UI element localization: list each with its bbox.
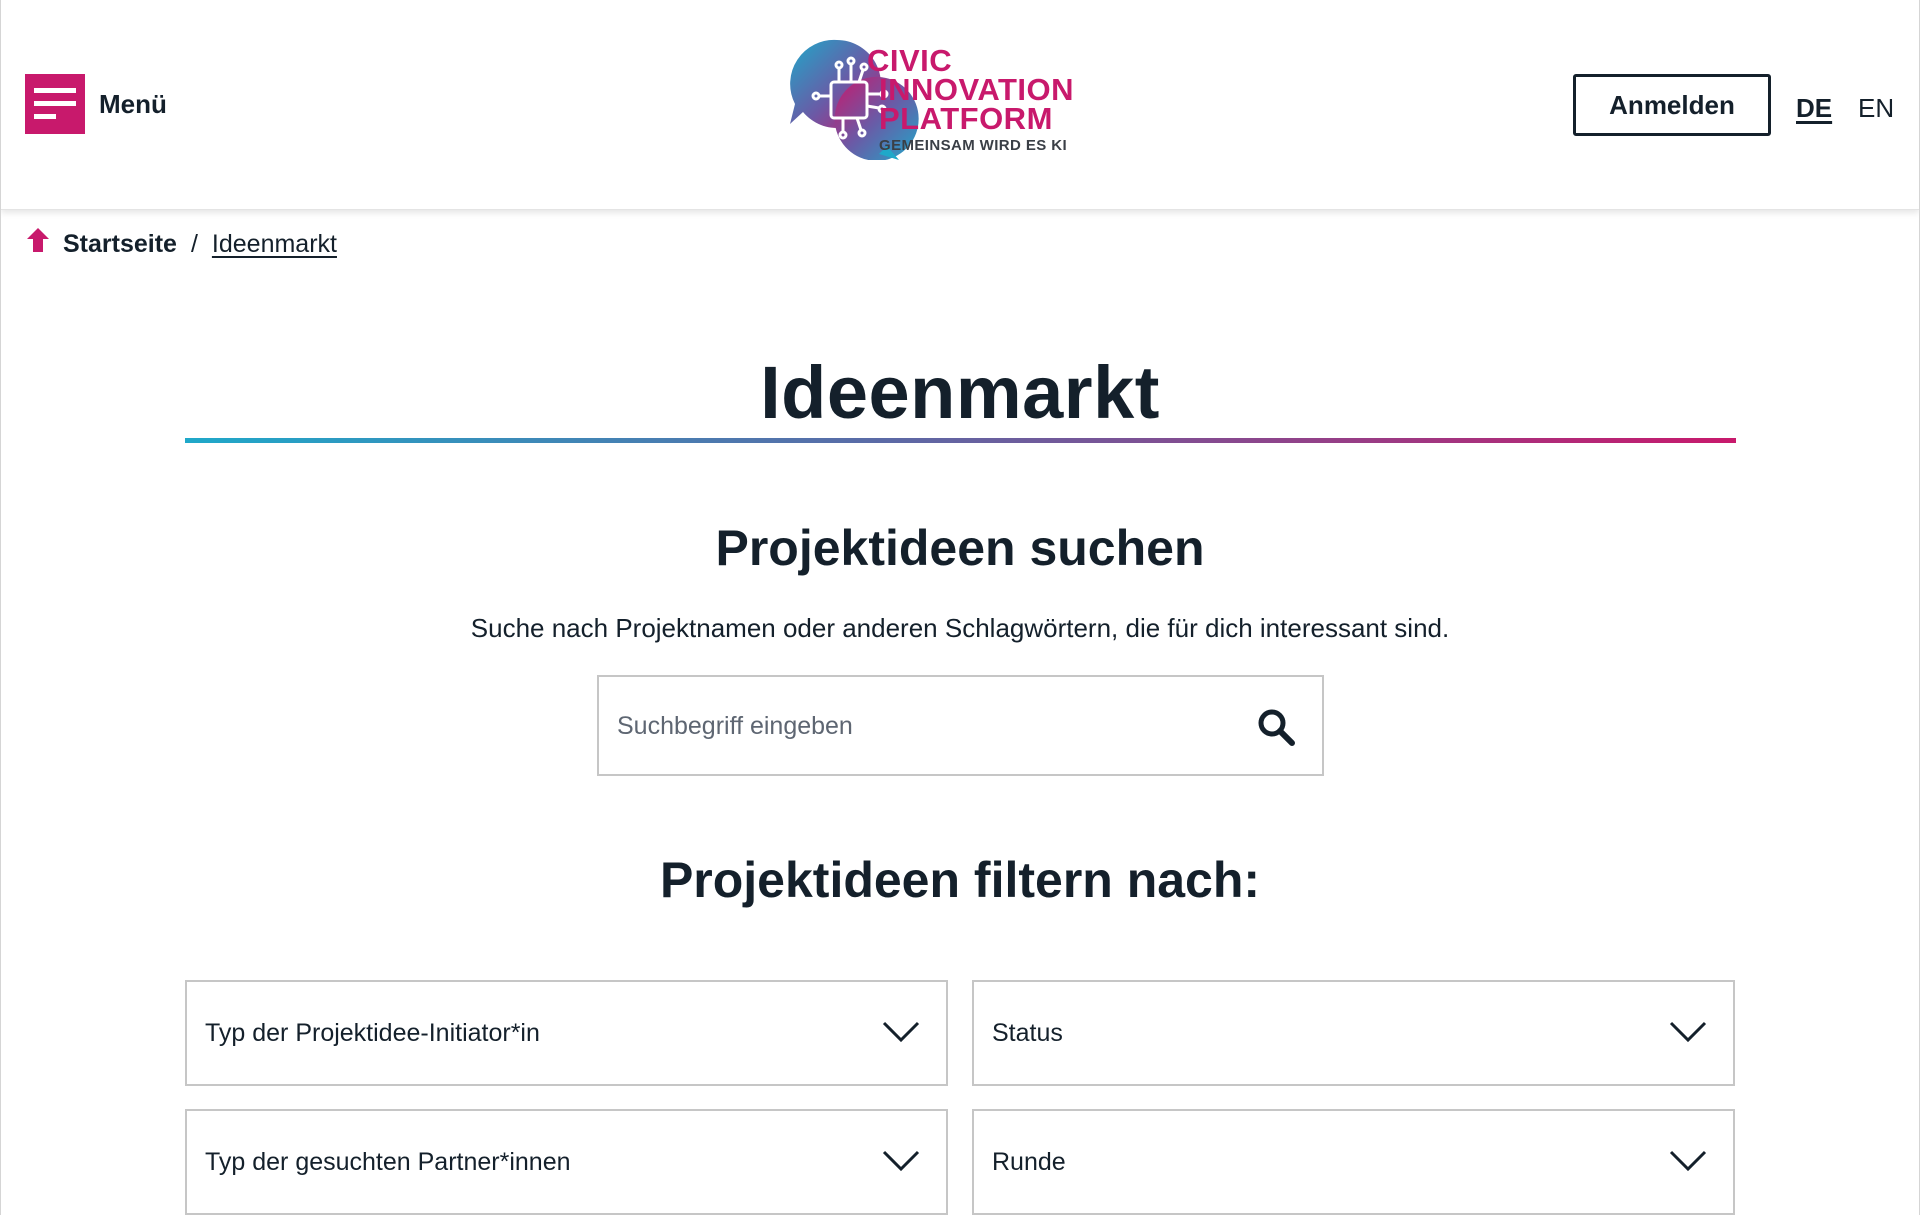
filter-initiator-type-dropdown[interactable]: Typ der Projektidee-Initiator*in — [185, 980, 948, 1086]
page: Menü CIVIC INNOVATION PLATFORM GEMEINSAM… — [0, 0, 1920, 1215]
filter-round-dropdown[interactable]: Runde — [972, 1109, 1735, 1215]
page-title: Ideenmarkt — [760, 351, 1160, 434]
filter-label: Runde — [992, 1148, 1066, 1176]
breadcrumb-home-link[interactable]: Startseite — [63, 226, 177, 262]
language-en-link[interactable]: EN — [1858, 92, 1894, 124]
filter-label: Typ der Projektidee-Initiator*in — [205, 1019, 540, 1047]
chevron-down-icon — [1669, 1021, 1707, 1043]
logo-line-2: INNOVATION — [879, 72, 1075, 107]
filter-label: Status — [992, 1019, 1063, 1047]
breadcrumb: Startseite / Ideenmarkt — [27, 226, 337, 262]
chevron-down-icon — [1669, 1150, 1707, 1172]
search-icon — [1258, 709, 1295, 746]
logo-tagline: GEMEINSAM WIRD ES KI — [879, 137, 1068, 154]
title-gradient-divider — [185, 438, 1736, 443]
logo-wordmark: CIVIC INNOVATION PLATFORM GEMEINSAM WIRD… — [867, 45, 1075, 155]
breadcrumb-separator: / — [190, 230, 198, 258]
language-de-link[interactable]: DE — [1796, 92, 1832, 124]
filter-heading: Projektideen filtern nach: — [659, 852, 1261, 908]
logo-line-3: PLATFORM — [879, 101, 1053, 136]
site-header: Menü CIVIC INNOVATION PLATFORM GEMEINSAM… — [1, 0, 1919, 210]
search-input[interactable] — [617, 699, 1197, 753]
hamburger-icon — [25, 74, 85, 134]
search-heading: Projektideen suchen — [715, 520, 1205, 576]
filter-label: Typ der gesuchten Partner*innen — [205, 1148, 571, 1176]
menu-label: Menü — [99, 88, 167, 119]
breadcrumb-current-link[interactable]: Ideenmarkt — [212, 226, 337, 262]
search-button[interactable] — [1256, 707, 1296, 747]
filter-partner-type-dropdown[interactable]: Typ der gesuchten Partner*innen — [185, 1109, 948, 1215]
home-icon[interactable] — [27, 228, 49, 252]
search-box — [597, 675, 1324, 776]
menu-button[interactable]: Menü — [25, 74, 167, 134]
filter-status-dropdown[interactable]: Status — [972, 980, 1735, 1086]
chevron-down-icon — [882, 1021, 920, 1043]
chevron-down-icon — [882, 1150, 920, 1172]
login-button[interactable]: Anmelden — [1573, 74, 1771, 136]
search-description: Suche nach Projektnamen oder anderen Sch… — [470, 613, 1450, 643]
site-logo[interactable]: CIVIC INNOVATION PLATFORM GEMEINSAM WIRD… — [787, 38, 1127, 160]
logo-line-1: CIVIC — [867, 43, 953, 78]
